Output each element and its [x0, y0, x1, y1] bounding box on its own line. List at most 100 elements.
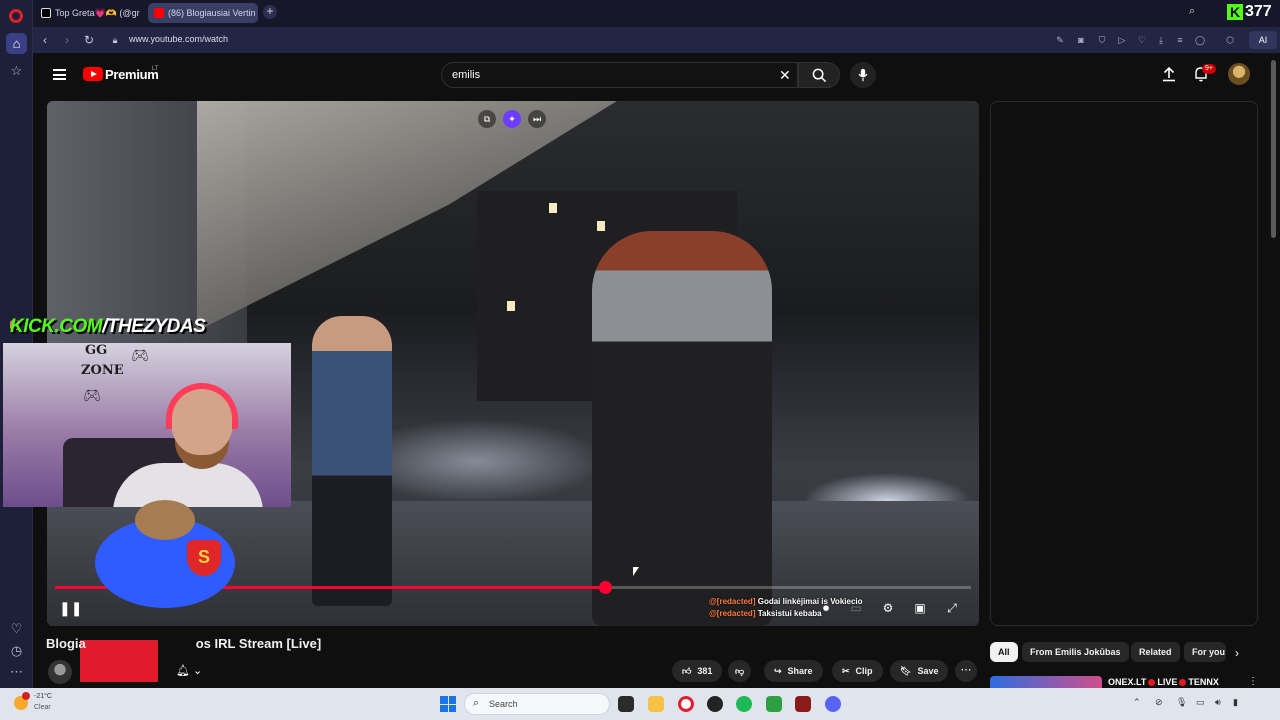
obs-icon[interactable]: [707, 696, 723, 712]
sparkle-icon[interactable]: ✦: [503, 110, 521, 128]
download-icon[interactable]: ⤓: [1154, 33, 1168, 47]
profile-icon[interactable]: ◯: [1193, 33, 1207, 47]
search-icon: [812, 68, 826, 82]
rec-title-part: ONEX.LT: [1108, 677, 1147, 687]
shield-icon[interactable]: ⛉: [1095, 33, 1109, 47]
search-value: emilis: [452, 69, 481, 81]
voice-search-button[interactable]: [850, 62, 876, 88]
discord-icon[interactable]: [825, 696, 841, 712]
chip-for-you[interactable]: For you: [1184, 642, 1226, 662]
chat-message: @[redacted] Godai linkėjimai is Vokiecio: [709, 597, 863, 606]
menu-icon[interactable]: ≡: [1173, 33, 1187, 47]
headphones: [166, 383, 238, 429]
windows-start-icon[interactable]: [440, 696, 456, 712]
rec-title-part: LIVE: [1157, 677, 1178, 687]
ai-button[interactable]: AI: [1249, 31, 1277, 49]
tab-tiktok[interactable]: Top Greta💗🫶 (@gr: [35, 3, 143, 23]
youtube-brand[interactable]: Premium: [105, 67, 159, 82]
page-scrollbar[interactable]: [1271, 60, 1276, 238]
opera-logo-icon[interactable]: [9, 9, 23, 23]
like-count: 381: [697, 666, 713, 676]
fullscreen-icon[interactable]: ⤢: [943, 599, 961, 617]
cube-icon[interactable]: ⬡: [1223, 33, 1237, 47]
weather-temperature: -21°C: [34, 693, 52, 700]
search-tabs-icon[interactable]: ⌕: [1189, 5, 1195, 18]
tray-chevron-icon[interactable]: ⌃: [1133, 697, 1141, 708]
recommendation-title[interactable]: ONEX.LT LIVE TENNX: [1108, 677, 1219, 687]
lock-icon: 🔒︎: [112, 35, 118, 45]
camera-icon[interactable]: ◙: [1074, 33, 1088, 47]
chip-from-channel[interactable]: From Emilis Jokūbas: [1022, 642, 1129, 662]
file-explorer-icon[interactable]: [648, 696, 664, 712]
dislike-button[interactable]: 👎︎: [728, 660, 752, 682]
live-dot-icon: [1179, 679, 1187, 686]
clip-button[interactable]: ✂ Clip: [832, 660, 883, 682]
new-tab-button[interactable]: +: [263, 5, 277, 19]
recommendation-thumbnail[interactable]: [990, 676, 1102, 688]
account-avatar[interactable]: [1228, 63, 1250, 85]
play-icon[interactable]: ▷: [1115, 33, 1129, 47]
app-icon[interactable]: [766, 696, 782, 712]
more-icon[interactable]: ⋯: [6, 661, 27, 682]
forward-button[interactable]: ›: [59, 32, 75, 48]
spotify-icon[interactable]: [736, 696, 752, 712]
wall-art-text: GG: [85, 343, 108, 358]
theater-mode-icon[interactable]: ▣: [911, 599, 929, 617]
history-icon[interactable]: ◷: [6, 640, 27, 661]
tiktok-icon: [41, 8, 51, 18]
settings-gear-icon[interactable]: ⚙: [879, 599, 897, 617]
task-view-icon[interactable]: [618, 696, 634, 712]
home-icon[interactable]: ⌂: [6, 33, 27, 54]
share-button[interactable]: ↪ Share: [764, 660, 823, 682]
taskbar-search[interactable]: ⌕ Search: [464, 693, 610, 715]
skip-icon[interactable]: ⏭: [528, 110, 546, 128]
upload-icon[interactable]: [1161, 66, 1177, 82]
kick-domain: KICK.COM: [10, 316, 103, 337]
progress-scrubber[interactable]: [599, 581, 612, 594]
star-icon[interactable]: ☆: [6, 60, 27, 81]
shield-app-icon[interactable]: [795, 696, 811, 712]
chevron-right-icon[interactable]: ›: [1235, 646, 1239, 660]
microphone-icon[interactable]: 🎙︎: [1176, 697, 1187, 708]
tab-youtube[interactable]: (86) Blogiausiai Vertin: [148, 3, 258, 23]
kick-channel-label: KICK.COM/THEZYDAS: [10, 316, 206, 338]
like-button[interactable]: 👍︎ 381: [672, 660, 723, 682]
search-button[interactable]: [798, 62, 840, 88]
chip-related[interactable]: Related: [1131, 642, 1180, 662]
youtube-favicon-icon: [154, 8, 164, 18]
url-text[interactable]: www.youtube.com/watch: [129, 34, 228, 44]
webcam-overlay: GG ZONE 🎮︎ 🎮︎: [3, 343, 291, 507]
edit-icon[interactable]: ✎: [1053, 33, 1067, 47]
subtitles-icon[interactable]: ▭: [847, 599, 865, 617]
subscription-bell-button[interactable]: 🔔︎ ⌄: [176, 664, 216, 680]
more-actions-button[interactable]: ⋯: [955, 660, 977, 682]
reload-button[interactable]: ↻: [81, 32, 97, 48]
network-icon[interactable]: ⊘: [1155, 697, 1163, 708]
search-input[interactable]: emilis ✕: [441, 62, 798, 88]
rec-title-part: TENNX: [1188, 677, 1219, 687]
pause-icon[interactable]: ❚❚: [59, 599, 82, 617]
youtube-logo-icon[interactable]: [83, 67, 103, 81]
video-title: Blogia os IRL Stream [Live]: [46, 636, 321, 651]
channel-avatar[interactable]: [48, 660, 72, 684]
chat-username: @[redacted]: [709, 609, 756, 618]
menu-icon[interactable]: [53, 69, 66, 80]
chip-all[interactable]: All: [990, 642, 1018, 662]
heart-icon[interactable]: ♡: [1135, 33, 1149, 47]
autoplay-toggle-icon[interactable]: ⏺: [817, 599, 835, 617]
scissors-icon: ✂: [842, 665, 850, 676]
save-button[interactable]: 🔖︎ Save: [890, 660, 949, 682]
battery-icon[interactable]: ▮: [1233, 697, 1238, 708]
clear-search-icon[interactable]: ✕: [779, 67, 791, 84]
superman-shield-icon: S: [187, 540, 221, 576]
gamepad-icon: 🎮︎: [83, 387, 101, 403]
display-icon[interactable]: ▭: [1196, 697, 1205, 708]
more-options-icon[interactable]: ⋮: [1248, 676, 1258, 687]
heart-icon[interactable]: ♡: [6, 618, 27, 639]
tab-strip: Top Greta💗🫶 (@gr (86) Blogiausiai Vertin…: [33, 0, 1280, 27]
back-button[interactable]: ‹: [37, 32, 53, 48]
speaker-icon[interactable]: 🔊︎: [1215, 697, 1221, 708]
opera-taskbar-icon[interactable]: [678, 696, 694, 712]
live-dot-icon: [1148, 679, 1156, 686]
miniplayer-icon[interactable]: ⧉: [478, 110, 496, 128]
